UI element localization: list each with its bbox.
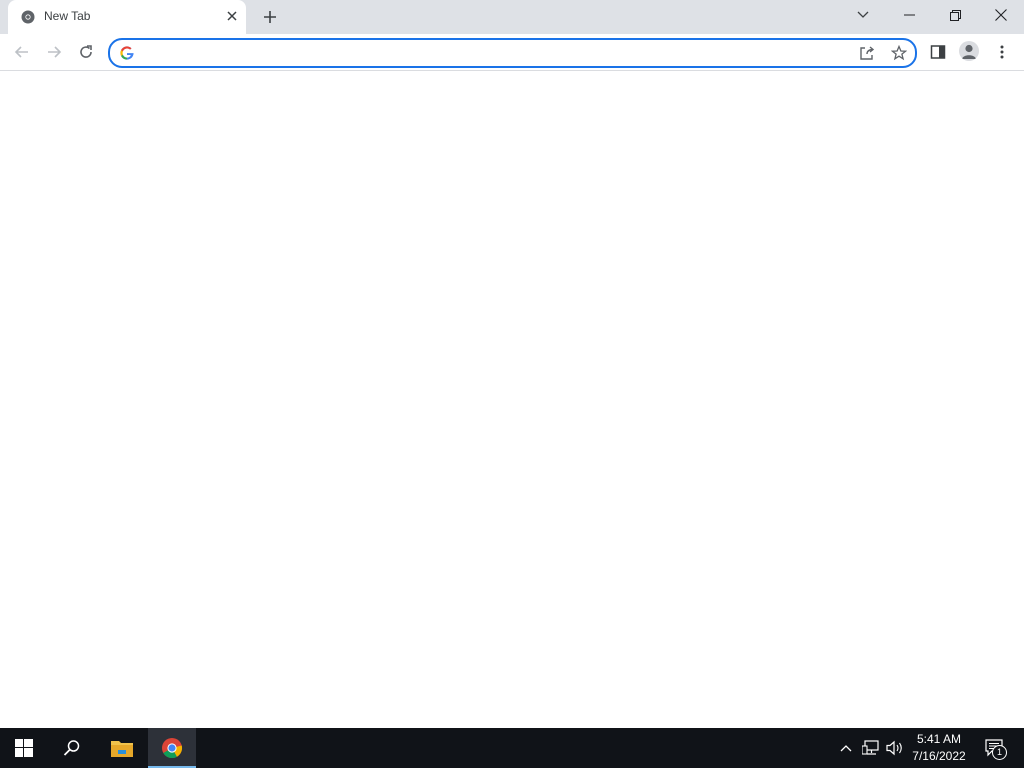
tab-new-tab[interactable]: New Tab — [8, 0, 246, 34]
tab-title: New Tab — [44, 9, 91, 23]
clock-date: 7/16/2022 — [912, 749, 966, 763]
back-icon[interactable] — [10, 40, 34, 64]
tab-search-icon[interactable] — [840, 0, 886, 30]
google-icon — [120, 46, 134, 60]
minimize-icon[interactable] — [886, 0, 932, 30]
close-window-icon[interactable] — [978, 0, 1024, 30]
reload-icon[interactable] — [74, 40, 98, 64]
notification-center-icon[interactable]: 1 — [982, 738, 1008, 760]
chevron-up-icon[interactable] — [836, 738, 856, 758]
volume-icon[interactable] — [885, 738, 905, 758]
side-panel-icon[interactable] — [926, 40, 950, 64]
close-tab-icon[interactable] — [224, 8, 240, 24]
new-tab-button[interactable] — [259, 6, 281, 28]
bookmark-star-icon[interactable] — [889, 43, 909, 63]
windows-start-icon[interactable] — [0, 728, 48, 768]
forward-icon[interactable] — [42, 40, 66, 64]
file-explorer-icon[interactable] — [98, 728, 146, 768]
search-icon[interactable] — [48, 728, 96, 768]
notification-badge: 1 — [992, 745, 1007, 760]
omnibox-input[interactable] — [142, 44, 832, 62]
clock-time: 5:41 AM — [916, 732, 962, 746]
address-bar[interactable] — [108, 38, 917, 68]
taskbar-chrome-icon[interactable] — [148, 728, 196, 768]
restore-icon[interactable] — [932, 0, 978, 30]
chrome-icon — [21, 10, 35, 24]
taskbar-clock[interactable]: 5:41 AM 7/16/2022 — [904, 731, 974, 765]
more-menu-icon[interactable] — [990, 40, 1014, 64]
network-icon[interactable] — [861, 738, 881, 758]
profile-avatar[interactable] — [959, 41, 979, 61]
share-icon[interactable] — [857, 43, 877, 63]
